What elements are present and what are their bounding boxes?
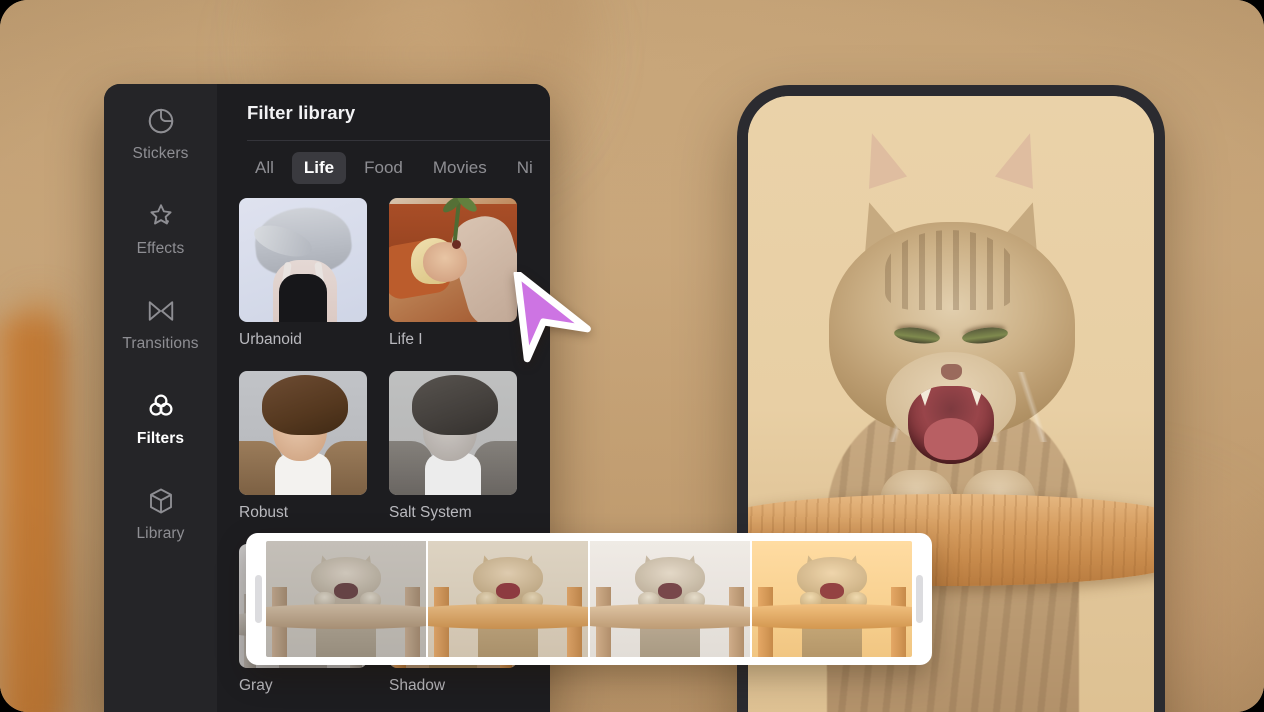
timeline-frames: [266, 541, 912, 657]
preview-cat-fang-left: [918, 386, 932, 406]
filter-card-robust[interactable]: Robust: [239, 371, 367, 522]
filter-label: Gray: [239, 677, 273, 694]
timeline-frame[interactable]: [590, 541, 750, 657]
filter-card-urbanoid[interactable]: Urbanoid: [239, 198, 367, 349]
filter-label: Salt System: [389, 504, 472, 521]
tab-food[interactable]: Food: [352, 152, 415, 184]
timeline-clip-strip[interactable]: [246, 533, 932, 665]
tab-life[interactable]: Life: [291, 152, 347, 184]
tab-movies[interactable]: Movies: [421, 152, 499, 184]
page-title: Filter library: [247, 102, 356, 123]
filter-label: Robust: [239, 504, 289, 521]
category-tabs: All Life Food Movies Ni: [217, 141, 550, 184]
sidebar-item-label: Transitions: [122, 335, 199, 352]
sidebar-item-library[interactable]: Library: [104, 486, 217, 543]
sidebar-item-label: Effects: [136, 240, 185, 257]
star-icon: [146, 201, 176, 231]
preview-cat-nose: [941, 364, 962, 380]
sidebar-item-label: Filters: [136, 430, 185, 447]
preview-cat-fang-right: [970, 386, 984, 406]
preview-cat-mouth: [908, 386, 994, 464]
transition-icon: [146, 296, 176, 326]
sidebar-nav: Stickers Effects Transitions Filters Lib…: [104, 84, 217, 712]
filters-icon: [146, 391, 176, 421]
sidebar-item-stickers[interactable]: Stickers: [104, 106, 217, 163]
sidebar-item-label: Library: [136, 525, 185, 542]
filter-card-salt-system[interactable]: Salt System: [389, 371, 517, 522]
filter-label: Shadow: [389, 677, 446, 694]
trim-handle-right[interactable]: [916, 575, 923, 623]
preview-cat-head-stripes: [885, 230, 1015, 310]
sidebar-item-filters[interactable]: Filters: [104, 391, 217, 448]
filter-thumbnail: [389, 198, 517, 322]
timeline-frame[interactable]: [266, 541, 426, 657]
timeline-frame[interactable]: [752, 541, 912, 657]
preview-cat-tongue: [924, 418, 978, 460]
tab-all[interactable]: All: [243, 152, 286, 184]
sidebar-item-label: Stickers: [132, 145, 189, 162]
sidebar-item-transitions[interactable]: Transitions: [104, 296, 217, 353]
filter-thumbnail: [239, 371, 367, 495]
sticker-icon: [146, 106, 176, 136]
sidebar-item-effects[interactable]: Effects: [104, 201, 217, 258]
timeline-frame[interactable]: [428, 541, 588, 657]
filter-thumbnail: [389, 371, 517, 495]
filter-thumbnail: [239, 198, 367, 322]
cube-icon: [146, 486, 176, 516]
tab-night[interactable]: Ni: [505, 152, 545, 184]
filter-label: Life I: [389, 331, 423, 348]
filter-label: Urbanoid: [239, 331, 302, 348]
filter-card-life-i[interactable]: Life I: [389, 198, 517, 349]
trim-handle-left[interactable]: [255, 575, 262, 623]
screenshot-root: Stickers Effects Transitions Filters Lib…: [0, 0, 1264, 712]
